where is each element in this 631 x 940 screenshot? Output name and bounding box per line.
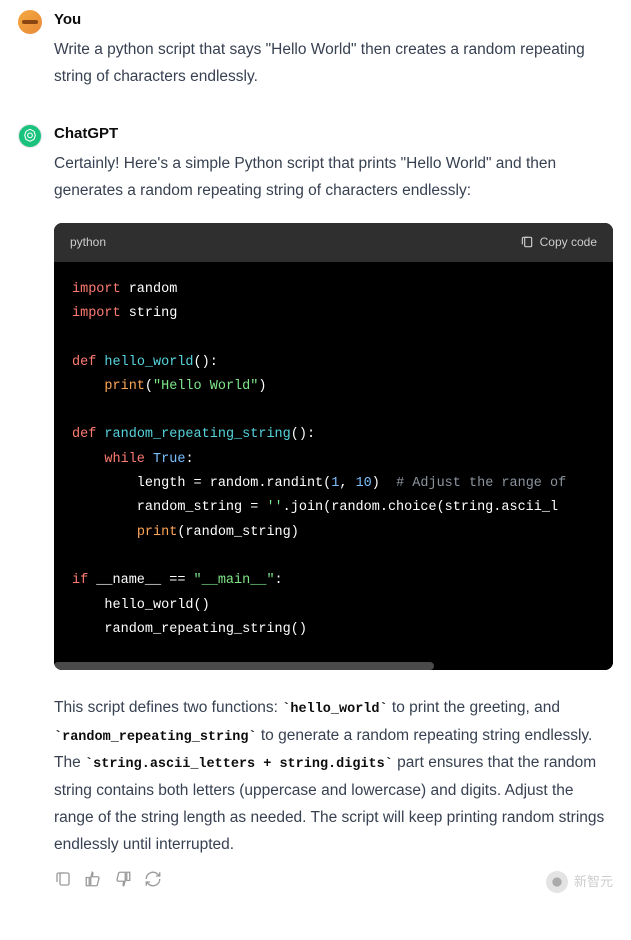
code-lang-label: python [70, 233, 106, 252]
openai-icon [22, 128, 38, 144]
assistant-message: ChatGPT Certainly! Here's a simple Pytho… [18, 122, 613, 888]
code-block: python Copy code import random import st… [54, 223, 613, 671]
thumbs-up-icon[interactable] [84, 870, 102, 888]
inline-code-random: `random_repeating_string` [54, 730, 257, 745]
inline-code-ascii: `string.ascii_letters + string.digits` [85, 757, 393, 772]
user-message: You Write a python script that says "Hel… [18, 8, 613, 90]
copy-code-button[interactable]: Copy code [520, 233, 597, 252]
watermark-icon [546, 871, 568, 893]
message-actions [54, 870, 613, 888]
assistant-body: ChatGPT Certainly! Here's a simple Pytho… [54, 122, 613, 888]
assistant-outro: This script defines two functions: `hell… [54, 694, 613, 858]
code-scrollbar[interactable] [54, 662, 613, 670]
code-header: python Copy code [54, 223, 613, 262]
assistant-avatar [18, 124, 42, 148]
assistant-name: ChatGPT [54, 122, 613, 146]
code-body[interactable]: import random import string def hello_wo… [54, 262, 613, 662]
regenerate-icon[interactable] [144, 870, 162, 888]
user-avatar [18, 10, 42, 34]
copy-icon[interactable] [54, 870, 72, 888]
clipboard-icon [520, 235, 534, 249]
user-body: You Write a python script that says "Hel… [54, 8, 613, 90]
code-scrollbar-thumb[interactable] [54, 662, 434, 670]
thumbs-down-icon[interactable] [114, 870, 132, 888]
watermark-text: 新智元 [574, 872, 613, 893]
user-name: You [54, 8, 613, 32]
copy-code-label: Copy code [540, 233, 597, 252]
user-text: Write a python script that says "Hello W… [54, 36, 613, 90]
assistant-intro: Certainly! Here's a simple Python script… [54, 150, 613, 204]
watermark: 新智元 [546, 871, 613, 893]
inline-code-hello: `hello_world` [282, 702, 387, 717]
